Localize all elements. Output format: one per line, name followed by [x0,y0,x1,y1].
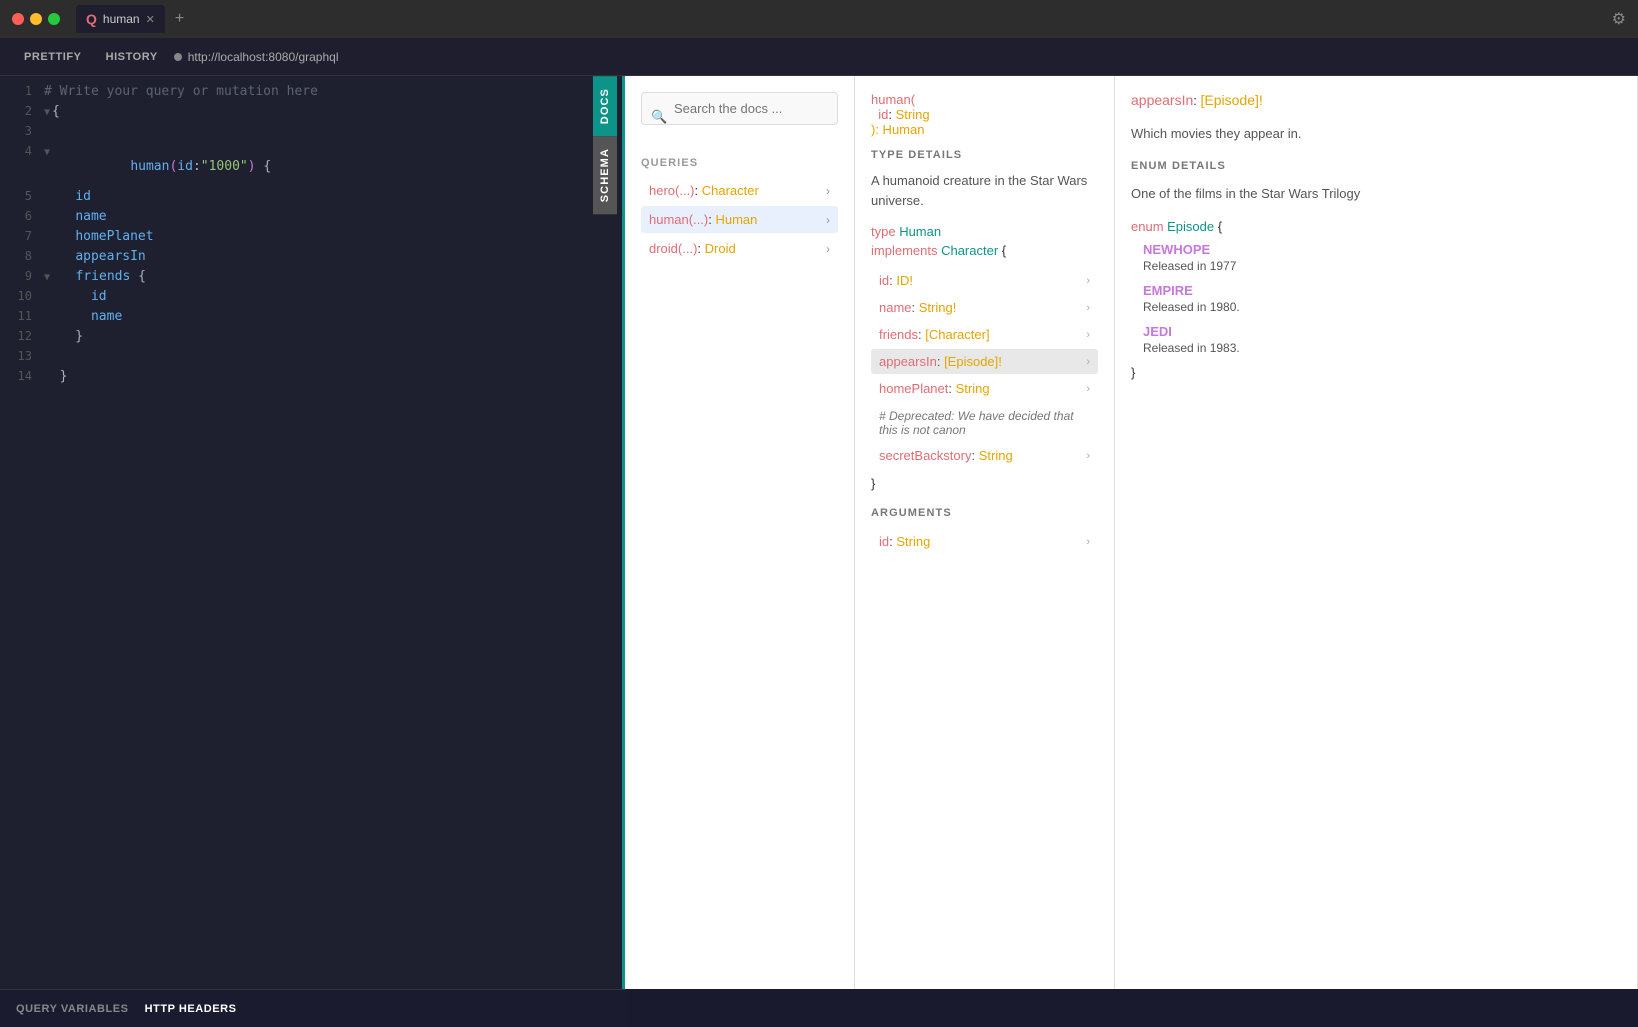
func-name: human( [871,92,915,107]
arguments-section-title: ARGUMENTS [871,507,1098,519]
field-row-name[interactable]: name: String! › [871,295,1098,320]
query-item-droid[interactable]: droid(...): Droid › [641,235,838,262]
code-line-10: 10 id [0,289,622,309]
settings-icon[interactable]: ⚙ [1612,9,1626,29]
code-line-13: 13 [0,349,622,369]
enum-details-title: ENUM DETAILS [1131,160,1621,172]
code-line-6: 6 name [0,209,622,229]
docs-tab-button[interactable]: DOCS [593,76,617,136]
type-details-title: TYPE DETAILS [871,149,1098,161]
editor-area: 1 # Write your query or mutation here 2 … [0,76,625,989]
schema-tab-button[interactable]: SCHEMA [593,136,617,214]
detail-description: Which movies they appear in. [1131,124,1621,144]
http-headers-button[interactable]: HTTP HEADERS [145,1003,237,1015]
search-wrapper: 🔍 [641,92,838,141]
panel-tabs: DOCS SCHEMA [593,76,617,214]
enum-value-newhope: NEWHOPE Released in 1977 [1131,242,1621,273]
code-line-1: 1 # Write your query or mutation here [0,84,622,104]
tab-area: Q human ✕ + [76,5,190,33]
maximize-traffic-light[interactable] [48,13,60,25]
minimize-traffic-light[interactable] [30,13,42,25]
query-item-human[interactable]: human(...): Human › [641,206,838,233]
type-description: A humanoid creature in the Star Wars uni… [871,171,1098,210]
add-tab-button[interactable]: + [169,10,190,28]
tab-label: human [103,12,140,26]
field-row-appearsin[interactable]: appearsIn: [Episode]! › [871,349,1098,374]
enum-close-brace: } [1131,365,1621,380]
type-details-column: human( id: String ): Human TYPE DETAILS … [855,76,1115,989]
traffic-lights [12,13,60,25]
code-line-8: 8 appearsIn [0,249,622,269]
code-line-9: 9 ▼ friends { [0,269,622,289]
code-line-14: 14 } [0,369,622,389]
close-brace: } [871,476,1098,491]
graphql-icon: Q [86,11,97,27]
type-header: human( id: String ): Human [871,92,1098,137]
code-editor[interactable]: 1 # Write your query or mutation here 2 … [0,76,622,989]
field-row-homeplanet[interactable]: homePlanet: String › [871,376,1098,401]
chevron-right-icon: › [826,184,830,198]
code-line-2: 2 ▼ { [0,104,622,124]
field-row-id[interactable]: id: ID! › [871,268,1098,293]
url-indicator: http://localhost:8080/graphql [174,50,339,64]
close-traffic-light[interactable] [12,13,24,25]
queries-section-label: QUERIES [641,157,838,169]
main-layout: 1 # Write your query or mutation here 2 … [0,76,1638,989]
tab-close-button[interactable]: ✕ [146,13,155,26]
chevron-right-icon: › [1086,450,1090,462]
query-variables-button[interactable]: QUERY VARIABLES [16,1003,129,1015]
docs-panel: DOCS SCHEMA 🔍 QUERIES hero(...): Charact… [625,76,1638,989]
chevron-right-icon: › [1086,536,1090,548]
url-text: http://localhost:8080/graphql [188,50,339,64]
search-icon: 🔍 [651,109,667,125]
code-line-4: 4 ▼ human(id:"1000") { [0,144,622,189]
code-line-7: 7 homePlanet [0,229,622,249]
field-row-friends[interactable]: friends: [Character] › [871,322,1098,347]
docs-queries-column: 🔍 QUERIES hero(...): Character › human(.… [625,76,855,989]
titlebar: Q human ✕ + ⚙ [0,0,1638,38]
enum-value-jedi: JEDI Released in 1983. [1131,324,1621,355]
enum-open-brace: enum Episode { [1131,219,1621,234]
chevron-right-icon: › [1086,275,1090,287]
chevron-right-icon: › [1086,329,1090,341]
enum-value-empire: EMPIRE Released in 1980. [1131,283,1621,314]
chevron-right-icon: › [826,213,830,227]
detail-field-name: appearsIn [1131,92,1193,108]
detail-header: appearsIn: [Episode]! [1131,92,1621,108]
history-button[interactable]: HISTORY [94,38,170,75]
tab-human[interactable]: Q human ✕ [76,5,165,33]
code-line-12: 12 } [0,329,622,349]
search-input[interactable] [641,92,838,125]
bottom-bar: QUERY VARIABLES HTTP HEADERS [0,989,625,1027]
chevron-right-icon: › [1086,356,1090,368]
field-row-secretbackstory[interactable]: secretBackstory: String › [871,443,1098,468]
code-line-3: 3 [0,124,622,144]
prettify-button[interactable]: PRETTIFY [12,38,94,75]
code-line-11: 11 name [0,309,622,329]
chevron-right-icon: › [1086,302,1090,314]
field-row-arg-id[interactable]: id: String › [871,529,1098,554]
connection-status-dot [174,53,182,61]
code-line-5: 5 id [0,189,622,209]
detail-type-name: [Episode]! [1201,92,1263,108]
deprecated-comment: # Deprecated: We have decided that this … [871,403,1098,443]
chevron-right-icon: › [826,242,830,256]
enum-description: One of the films in the Star Wars Trilog… [1131,184,1621,204]
toolbar: PRETTIFY HISTORY http://localhost:8080/g… [0,38,1638,76]
chevron-right-icon: › [1086,383,1090,395]
detail-panel-column: appearsIn: [Episode]! Which movies they … [1115,76,1638,989]
query-item-hero[interactable]: hero(...): Character › [641,177,838,204]
